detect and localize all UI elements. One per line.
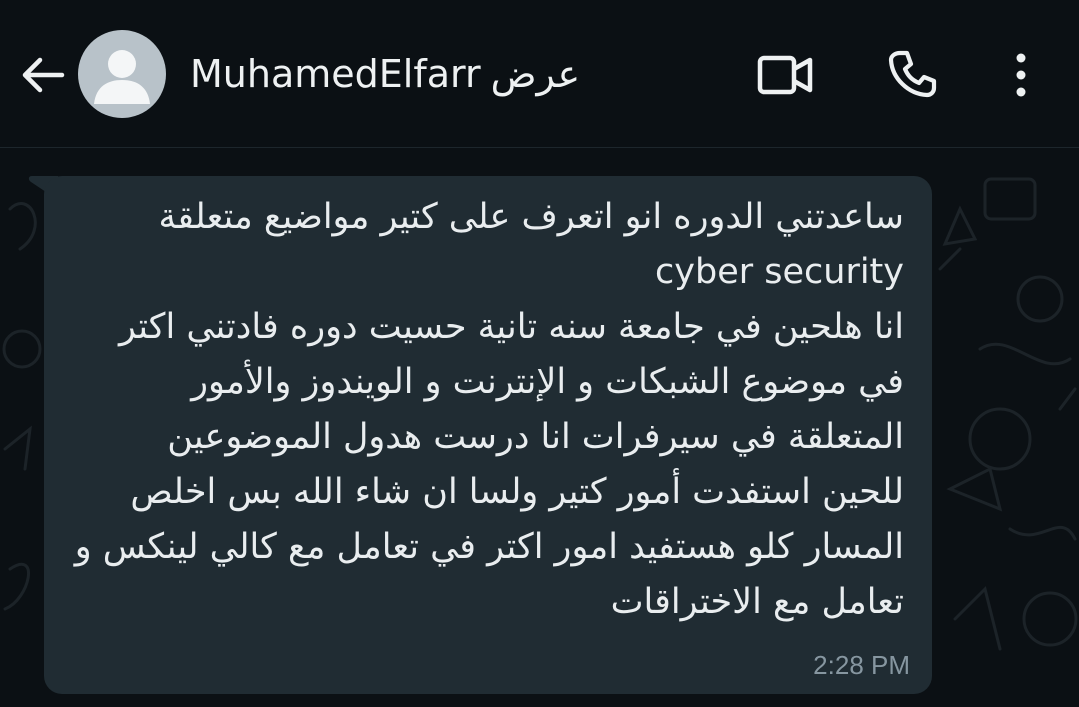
message-text: ساعدتني الدوره انو اتعرف على كتير مواضيع…: [64, 190, 904, 630]
message-line: تعامل مع الاختراقات: [610, 582, 904, 622]
message-line: المسار كلو هستفيد امور اكتر في تعامل مع …: [74, 527, 904, 567]
message-line: انا هلحين في جامعة سنه تانية حسيت دوره ف…: [118, 307, 904, 347]
contact-name: MuhamedElfarr: [190, 52, 481, 96]
contact-title[interactable]: MuhamedElfarr عرض: [190, 52, 580, 96]
chat-header: MuhamedElfarr عرض: [0, 0, 1079, 148]
message-line: المتعلقة في سيرفرات انا درست هدول الموضو…: [167, 417, 904, 457]
phone-icon[interactable]: [886, 48, 938, 100]
message-line: في موضوع الشبكات و الإنترنت و الويندوز و…: [191, 362, 904, 402]
message-timestamp: 2:28 PM: [813, 650, 910, 680]
message-line: ساعدتني الدوره انو اتعرف على كتير مواضيع…: [158, 197, 904, 237]
message-line: cyber security: [655, 252, 904, 292]
more-vertical-icon[interactable]: [1006, 50, 1036, 100]
video-call-icon[interactable]: [756, 52, 814, 98]
arrow-left-icon[interactable]: [18, 50, 68, 100]
message-line: للحين استفدت أمور كتير ولسا ان شاء الله …: [130, 472, 904, 512]
contact-tag: عرض: [490, 52, 581, 96]
message-bubble[interactable]: ساعدتني الدوره انو اتعرف على كتير مواضيع…: [44, 176, 932, 694]
default-avatar-icon: [94, 50, 150, 104]
contact-avatar[interactable]: [78, 30, 166, 118]
